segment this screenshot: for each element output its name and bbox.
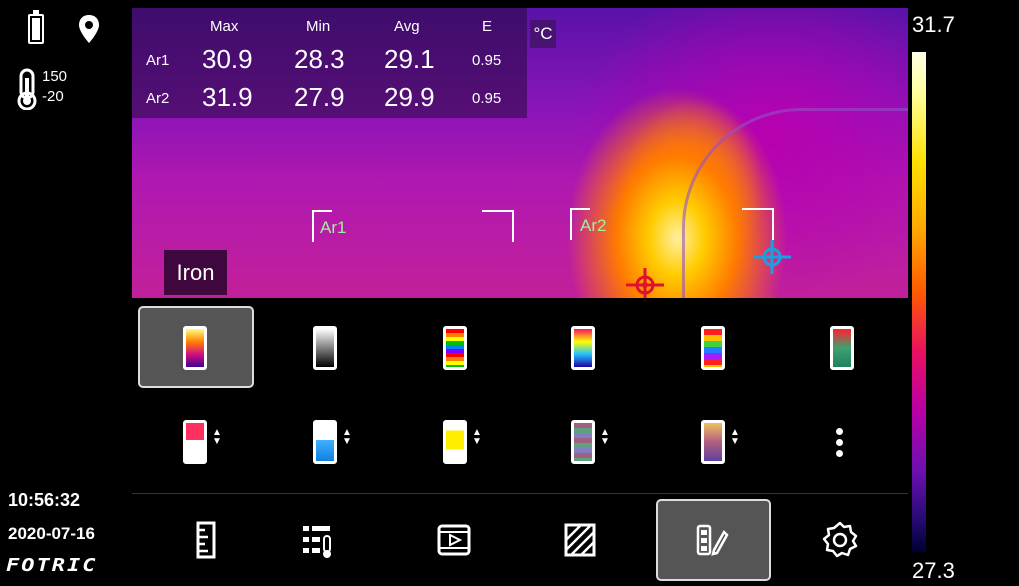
stats-value-emissivity: 0.95 xyxy=(472,52,502,69)
stats-value-max: 31.9 xyxy=(202,82,253,112)
stats-header-min: Min xyxy=(306,18,331,35)
palette-grayscale-button[interactable] xyxy=(313,326,337,370)
palette-edit-icon[interactable] xyxy=(694,520,730,560)
area-ar1-label: Ar1 xyxy=(320,218,347,237)
battery-icon xyxy=(28,10,44,44)
thermometer-range-icon xyxy=(17,68,37,110)
area-ar2-corner-tr[interactable] xyxy=(742,208,774,240)
max-temp-crosshair-icon xyxy=(626,268,664,302)
palette-isotherm-yellow-button[interactable] xyxy=(443,420,467,464)
palette-adjust-arrows-icon[interactable]: ▲ ▼ xyxy=(212,428,222,447)
range-low: -20 xyxy=(42,88,64,105)
palette-isotherm-bands-button[interactable] xyxy=(571,420,595,464)
status-column: 150 -20 10:56:32 2020-07-16 FOTRIC xyxy=(0,0,132,586)
scale-min-value: 27.3 xyxy=(912,558,955,583)
palette-rainbow-bands-button[interactable] xyxy=(701,326,725,370)
thermal-object-outline xyxy=(682,108,908,298)
palette-rainbow-button[interactable] xyxy=(571,326,595,370)
stats-header-avg: Avg xyxy=(394,18,420,35)
stats-row-label: Ar1 xyxy=(146,52,170,69)
palette-adjust-arrows-icon[interactable]: ▲ ▼ xyxy=(730,428,740,447)
palette-isotherm-red-button[interactable] xyxy=(183,420,207,464)
palette-adjust-arrows-icon[interactable]: ▲ ▼ xyxy=(342,428,352,447)
measurement-stats-panel: Max Min Avg E Ar1 30.9 28.3 29.1 0.95 Ar… xyxy=(132,8,527,118)
area-ar1-corner-tr[interactable] xyxy=(482,210,514,242)
scale-max-value: 31.7 xyxy=(912,12,955,37)
ruler-icon[interactable] xyxy=(188,520,224,560)
palette-iron-button[interactable] xyxy=(183,326,207,370)
bottom-toolbar xyxy=(132,493,908,586)
palette-rainbow-hc-button[interactable] xyxy=(443,326,467,370)
brand-logo: FOTRIC xyxy=(6,556,98,576)
clock-time: 10:56:32 xyxy=(8,490,81,510)
measure-settings-icon[interactable] xyxy=(300,520,336,560)
stats-row-label: Ar2 xyxy=(146,90,170,107)
range-high: 150 xyxy=(42,68,68,85)
stats-value-max: 30.9 xyxy=(202,44,253,74)
clock-date: 2020-07-16 xyxy=(8,524,95,543)
palette-red-green-button[interactable] xyxy=(830,326,854,370)
more-options-icon[interactable] xyxy=(836,428,844,461)
stats-value-min: 28.3 xyxy=(294,44,345,74)
stats-header-e: E xyxy=(482,18,493,35)
palette-isotherm-blue-button[interactable] xyxy=(313,420,337,464)
video-icon[interactable] xyxy=(436,520,472,560)
current-palette-name: Iron xyxy=(164,250,227,295)
min-temp-crosshair-icon xyxy=(753,240,791,274)
palette-adjust-arrows-icon[interactable]: ▲ ▼ xyxy=(600,428,610,447)
stats-value-emissivity: 0.95 xyxy=(472,90,502,107)
temperature-color-bar[interactable] xyxy=(912,52,926,552)
settings-gear-icon[interactable] xyxy=(822,520,858,560)
temperature-unit[interactable]: °C xyxy=(530,20,556,48)
palette-adjust-arrows-icon[interactable]: ▲ ▼ xyxy=(472,428,482,447)
stats-header-max: Max xyxy=(210,18,239,35)
palette-isotherm-gradient-button[interactable] xyxy=(701,420,725,464)
stats-value-min: 27.9 xyxy=(294,82,345,112)
stats-value-avg: 29.9 xyxy=(384,82,435,112)
stats-value-avg: 29.1 xyxy=(384,44,435,74)
area-ar2-label: Ar2 xyxy=(580,216,607,235)
area-tool-icon[interactable] xyxy=(562,520,598,560)
location-pin-icon xyxy=(79,15,99,43)
